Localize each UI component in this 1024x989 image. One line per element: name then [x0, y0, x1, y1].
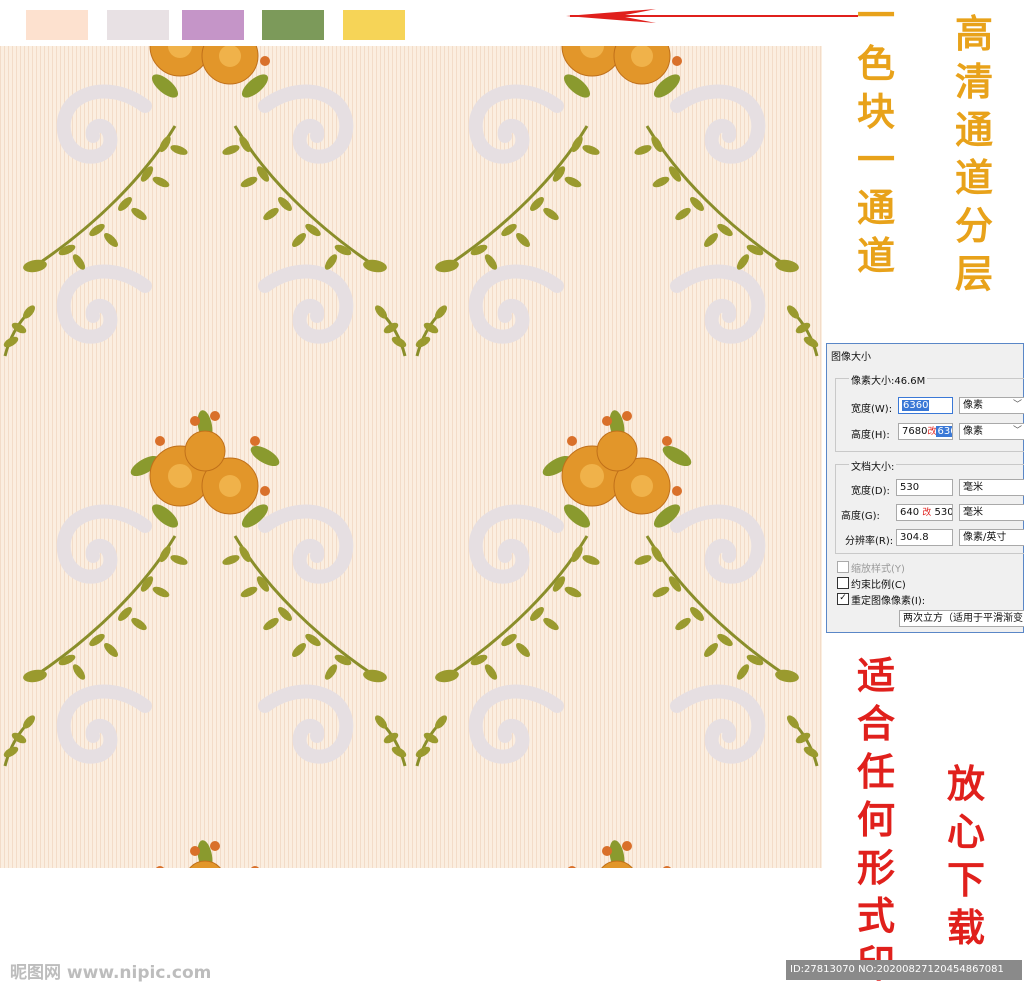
dialog-title: 图像大小: [831, 352, 871, 363]
doc-height-value: 530: [934, 507, 953, 518]
doc-height-old-value: 640: [900, 507, 920, 518]
resample-method-select[interactable]: 两次立方（适用于平滑渐变: [899, 610, 1024, 627]
doc-height-change-mark: 改: [922, 508, 932, 518]
chevron-down-icon: ﹀: [1012, 400, 1022, 410]
resolution-input[interactable]: 304.8: [896, 529, 953, 546]
doc-width-label: 宽度(D):: [851, 486, 890, 497]
width-label: 宽度(W):: [851, 404, 893, 415]
resolution-unit-select[interactable]: 像素/英寸: [959, 529, 1024, 546]
constrain-proportions-checkbox[interactable]: [837, 577, 849, 589]
nipic-watermark: 昵图网 www.nipic.com: [10, 963, 212, 983]
scale-styles-checkbox[interactable]: [837, 561, 849, 573]
vertical-text-suitable-for-any-print: 适合任何形式印: [856, 653, 895, 986]
color-swatch-1: [26, 10, 88, 40]
vertical-text-one-color-one-channel: 一色块一通道: [856, 0, 895, 278]
document-size-label: 文档大小:: [849, 458, 897, 473]
width-value: 6360: [902, 400, 930, 411]
doc-width-value: 530: [900, 482, 920, 493]
pattern-preview: [0, 46, 822, 868]
damask-pattern-image: [0, 46, 822, 868]
color-swatch-3: [182, 10, 244, 40]
doc-width-input[interactable]: 530: [896, 479, 953, 496]
vertical-text-download-assured: 放心下载: [946, 761, 985, 950]
width-unit-select[interactable]: 像素 ﹀: [959, 397, 1024, 414]
doc-height-input[interactable]: 640 改 530: [896, 504, 953, 521]
resample-method-value: 两次立方（适用于平滑渐变: [903, 613, 1023, 624]
doc-width-unit-value: 毫米: [963, 482, 983, 493]
resolution-unit-value: 像素/英寸: [963, 532, 1007, 543]
doc-width-unit-select[interactable]: 毫米: [959, 479, 1024, 496]
width-unit-value: 像素: [963, 400, 983, 411]
image-id-bar: ID:27813070 NO:20200827120454867081: [786, 960, 1022, 980]
pointer-arrow-icon: [566, 9, 858, 23]
color-swatch-5: [343, 10, 405, 40]
image-size-dialog: 图像大小 像素大小:46.6M 宽度(W): 6360 像素 ﹀ 高度(H): 7…: [826, 343, 1024, 633]
resolution-value: 304.8: [900, 532, 929, 543]
color-swatch-4: [262, 10, 324, 40]
height-label: 高度(H):: [851, 430, 890, 441]
doc-height-unit-value: 毫米: [963, 507, 983, 518]
height-old-value: 7680: [902, 426, 928, 437]
chevron-down-icon: ﹀: [1012, 426, 1022, 436]
height-value: 6360: [936, 426, 952, 437]
resample-label: 重定图像像素(I):: [851, 596, 926, 607]
resample-checkbox[interactable]: ✓: [837, 593, 849, 605]
width-input[interactable]: 6360: [898, 397, 953, 414]
pixel-size-label: 像素大小:46.6M: [849, 372, 928, 387]
scale-styles-label: 缩放样式(Y): [851, 564, 905, 575]
vertical-text-hd-channel-layers: 高清通道分层: [954, 11, 993, 296]
height-input[interactable]: 7680改6360: [898, 423, 953, 440]
height-unit-value: 像素: [963, 426, 983, 437]
doc-height-label: 高度(G):: [841, 511, 880, 522]
doc-height-unit-select[interactable]: 毫米: [959, 504, 1024, 521]
resolution-label: 分辨率(R):: [845, 536, 894, 547]
height-unit-select[interactable]: 像素 ﹀: [959, 423, 1024, 440]
constrain-proportions-label: 约束比例(C): [851, 580, 906, 591]
color-swatch-2: [107, 10, 169, 40]
